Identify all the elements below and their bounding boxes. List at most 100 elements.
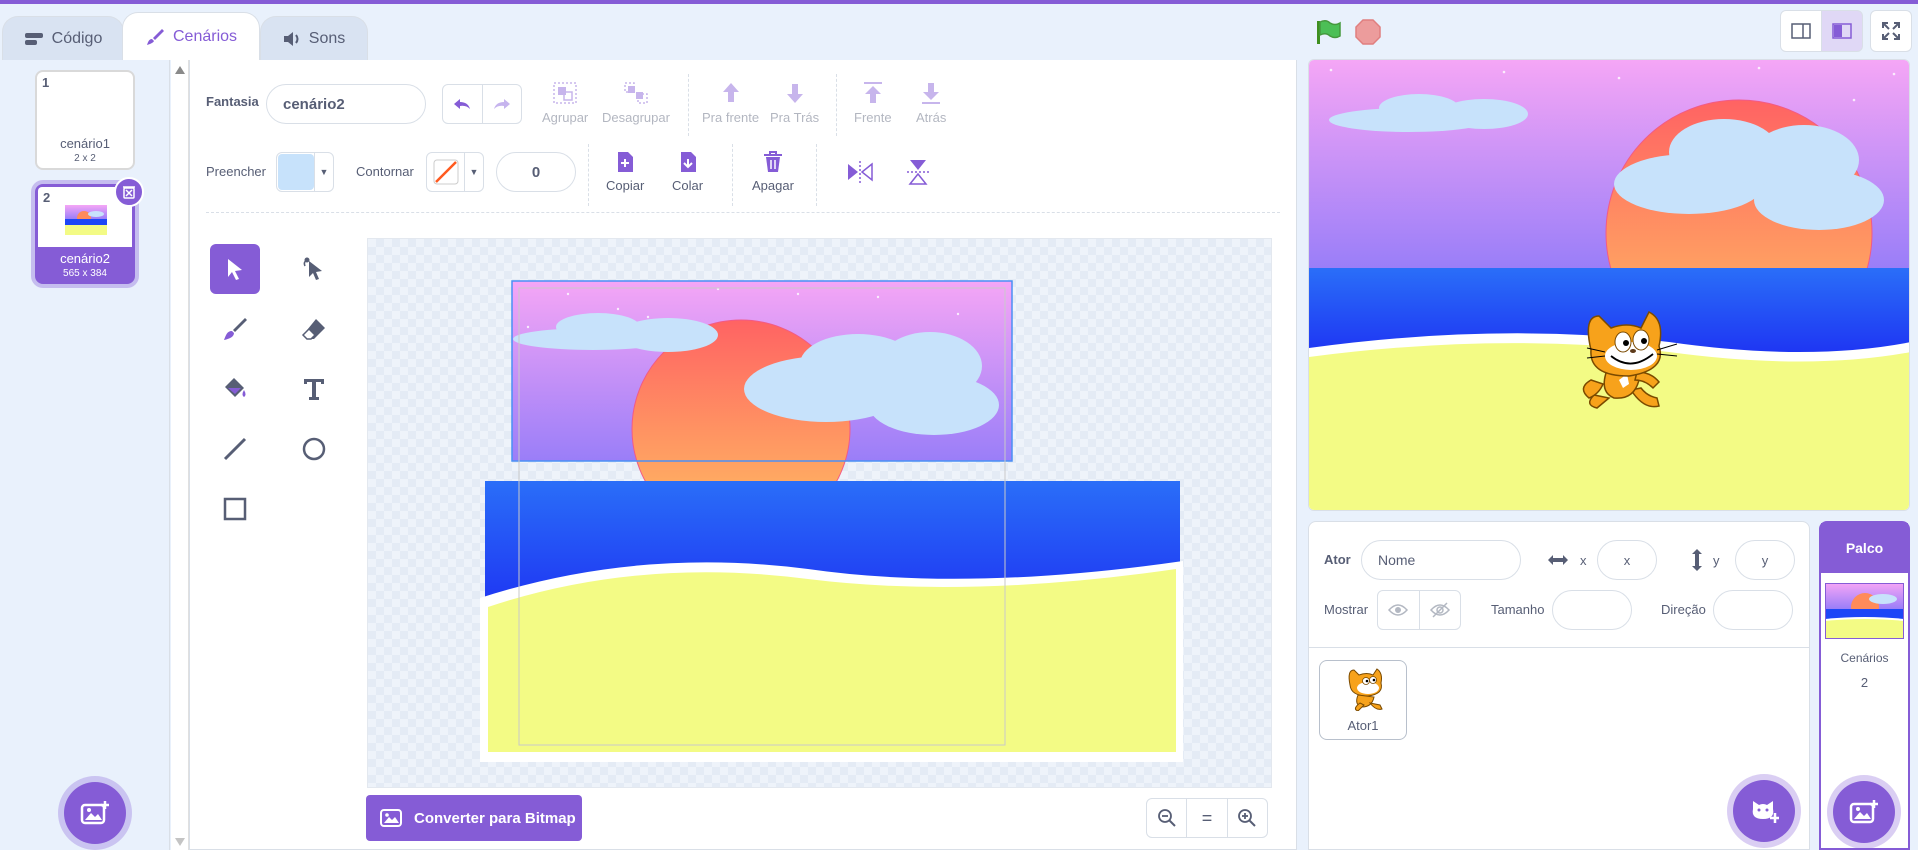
delete-button[interactable]: Apagar	[752, 150, 794, 193]
trash-icon	[763, 151, 782, 172]
paste-button[interactable]: Colar	[672, 150, 703, 193]
zoom-reset-button[interactable]: =	[1186, 799, 1226, 837]
choose-backdrop-button[interactable]	[64, 782, 126, 844]
zoom-out-button[interactable]	[1147, 799, 1186, 837]
fill-swatch[interactable]	[277, 153, 315, 191]
sprite-name-placeholder: Nome	[1378, 552, 1416, 568]
costume-name-label: Fantasia	[206, 94, 259, 109]
flip-vertical-icon[interactable]	[906, 158, 930, 186]
flip-horizontal-icon[interactable]	[846, 160, 874, 184]
outline-width-input[interactable]: 0	[496, 152, 576, 192]
show-button[interactable]	[1378, 591, 1419, 629]
stage-header: Palco	[1821, 523, 1908, 573]
copy-icon	[618, 152, 634, 172]
tab-sounds[interactable]: Sons	[260, 16, 368, 60]
outline-color-picker[interactable]: ▼	[426, 152, 484, 192]
delete-label: Apagar	[752, 178, 794, 193]
cat-add-icon	[1752, 801, 1779, 823]
undo-redo-group	[442, 84, 522, 124]
choose-sprite-button[interactable]	[1733, 780, 1795, 842]
back-button[interactable]: Atrás	[916, 80, 946, 125]
paste-label: Colar	[672, 178, 704, 193]
convert-bitmap-label: Converter para Bitmap	[414, 809, 576, 827]
reshape-tool[interactable]	[289, 244, 339, 294]
line-icon	[223, 437, 247, 461]
fill-tool[interactable]	[210, 364, 260, 414]
tab-backdrops-label: Cenários	[172, 27, 238, 45]
forward-icon	[722, 83, 739, 102]
ungroup-button[interactable]: Desagrupar	[602, 80, 670, 125]
large-stage-icon	[1832, 23, 1852, 39]
select-tool[interactable]	[210, 244, 260, 294]
group-button[interactable]: Agrupar	[542, 80, 588, 125]
zoom-controls: =	[1146, 798, 1268, 838]
redo-icon	[493, 99, 510, 109]
stage-thumbnail	[1825, 583, 1904, 639]
x-input[interactable]: x	[1597, 540, 1657, 580]
y-input[interactable]: y	[1735, 540, 1795, 580]
chevron-down-icon: ▼	[319, 167, 329, 177]
costume-name-input[interactable]: cenário2	[266, 84, 426, 124]
bring-front-icon	[863, 82, 882, 103]
backward-button[interactable]: Pra Trás	[770, 80, 819, 125]
ungroup-icon	[624, 82, 648, 104]
brush-tool[interactable]	[210, 304, 260, 354]
scroll-up-icon[interactable]	[175, 66, 185, 74]
stage-render	[1309, 60, 1909, 510]
fill-color-picker[interactable]: ▼	[276, 152, 334, 192]
convert-bitmap-button[interactable]: Converter para Bitmap	[366, 795, 582, 841]
zoom-in-icon	[1238, 809, 1257, 827]
sprite-item[interactable]: Ator1	[1319, 660, 1407, 740]
eraser-icon	[301, 319, 325, 340]
costume-size: 2 x 2	[74, 153, 96, 164]
rectangle-tool[interactable]	[210, 484, 260, 534]
direction-input[interactable]	[1713, 590, 1793, 630]
line-tool[interactable]	[210, 424, 260, 474]
eye-icon	[1388, 604, 1409, 616]
paint-canvas[interactable]	[367, 238, 1272, 788]
undo-button[interactable]	[443, 85, 482, 123]
circle-tool[interactable]	[289, 424, 339, 474]
small-stage-button[interactable]	[1780, 10, 1822, 52]
costume-name: cenário2	[60, 251, 110, 266]
choose-backdrop-stage-button[interactable]	[1833, 781, 1895, 843]
chevron-down-icon: ▼	[469, 167, 479, 177]
copy-label: Copiar	[606, 178, 645, 193]
stage-selector[interactable]: Palco Cenários 2	[1819, 521, 1910, 850]
tab-sounds-label: Sons	[308, 29, 346, 47]
zoom-in-button[interactable]	[1226, 799, 1267, 837]
paintbrush-icon	[224, 318, 247, 340]
backward-label: Pra Trás	[770, 110, 820, 125]
large-stage-button[interactable]	[1821, 10, 1863, 52]
delete-costume-button[interactable]	[114, 177, 144, 207]
costume-item-2[interactable]: 2 cenário2 565 x 384	[35, 177, 144, 284]
bitmap-icon	[380, 809, 402, 827]
copy-button[interactable]: Copiar	[606, 150, 644, 193]
costume-scrollbar[interactable]	[171, 60, 189, 850]
front-button[interactable]: Frente	[854, 80, 892, 125]
toolbar-divider	[836, 74, 837, 136]
hide-button[interactable]	[1418, 591, 1461, 629]
redo-button[interactable]	[481, 85, 522, 123]
costume-item-1[interactable]: 1 cenário1 2 x 2	[35, 70, 135, 170]
outline-swatch[interactable]	[427, 153, 465, 191]
forward-button[interactable]: Pra frente	[702, 80, 759, 125]
tab-code-label: Código	[51, 29, 103, 47]
speaker-icon	[283, 31, 299, 46]
stop-icon[interactable]	[1354, 18, 1382, 46]
send-back-icon	[922, 83, 941, 104]
green-flag-icon[interactable]	[1314, 18, 1342, 46]
backward-icon	[786, 84, 803, 103]
size-input[interactable]	[1552, 590, 1632, 630]
scroll-down-icon[interactable]	[175, 838, 185, 846]
text-tool[interactable]	[289, 364, 339, 414]
toolbar-separator	[206, 212, 1280, 213]
backdrops-count: 2	[1860, 675, 1869, 690]
arrow-pointer-icon	[228, 259, 242, 280]
eraser-tool[interactable]	[289, 304, 339, 354]
fullscreen-button[interactable]	[1870, 10, 1912, 52]
tab-code[interactable]: Código	[2, 16, 124, 60]
stage-view[interactable]	[1308, 59, 1910, 511]
sprite-name-input[interactable]: Nome	[1361, 540, 1521, 580]
tab-backdrops[interactable]: Cenários	[122, 12, 260, 60]
